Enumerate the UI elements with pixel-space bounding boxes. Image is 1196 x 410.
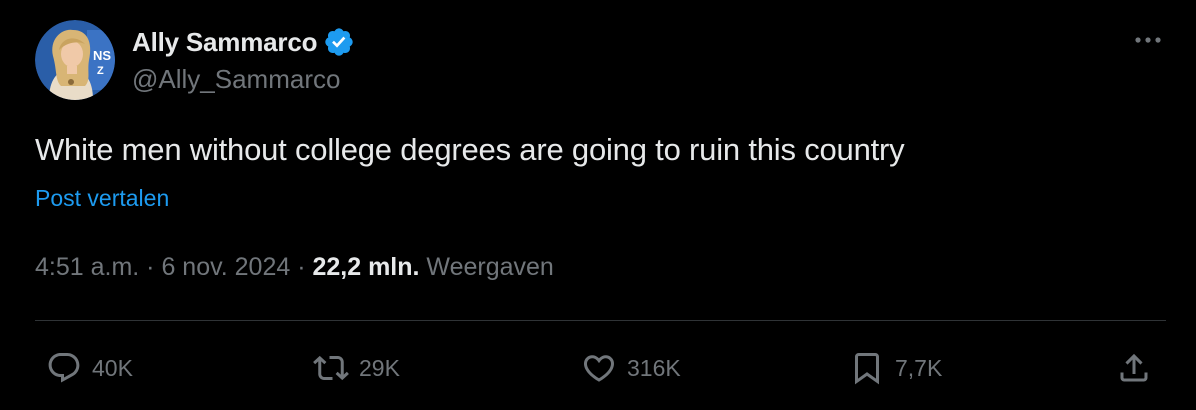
repost-icon — [313, 350, 349, 386]
repost-button[interactable]: 29K — [313, 348, 400, 388]
reply-button[interactable]: 40K — [46, 348, 133, 388]
author-handle[interactable]: @Ally_Sammarco — [132, 64, 340, 95]
divider — [35, 320, 1166, 321]
author-name-row: Ally Sammarco — [132, 24, 355, 60]
like-count: 316K — [627, 354, 681, 381]
bookmark-count: 7,7K — [895, 354, 943, 381]
profile-photo-icon: NS Z — [35, 20, 115, 100]
heart-icon — [581, 350, 617, 386]
post-text: White men without college degrees are go… — [35, 132, 905, 167]
post-meta: 4:51 a.m. · 6 nov. 2024 · 22,2 mln. Weer… — [35, 253, 554, 282]
svg-text:NS: NS — [93, 48, 111, 63]
views-label: Weergaven — [426, 253, 554, 281]
avatar[interactable]: NS Z — [35, 20, 115, 100]
author-display-name[interactable]: Ally Sammarco — [132, 27, 317, 58]
share-icon — [1116, 350, 1152, 386]
svg-text:Z: Z — [97, 65, 104, 77]
reply-icon — [46, 350, 82, 386]
more-options-icon[interactable] — [1130, 26, 1166, 54]
views-count: 22,2 mln. — [312, 253, 420, 281]
repost-count: 29K — [359, 354, 400, 381]
share-button[interactable] — [1116, 348, 1152, 388]
reply-count: 40K — [92, 354, 133, 381]
translate-post-link[interactable]: Post vertalen — [35, 185, 169, 212]
tweet-card: NS Z Ally Sammarco @Ally_Sammarco White … — [0, 0, 1196, 410]
bookmark-button[interactable]: 7,7K — [849, 348, 942, 388]
bookmark-icon — [849, 350, 885, 386]
post-timestamp[interactable]: 4:51 a.m. · 6 nov. 2024 · — [35, 253, 312, 281]
verified-badge-icon[interactable] — [323, 26, 355, 58]
like-button[interactable]: 316K — [581, 348, 681, 388]
